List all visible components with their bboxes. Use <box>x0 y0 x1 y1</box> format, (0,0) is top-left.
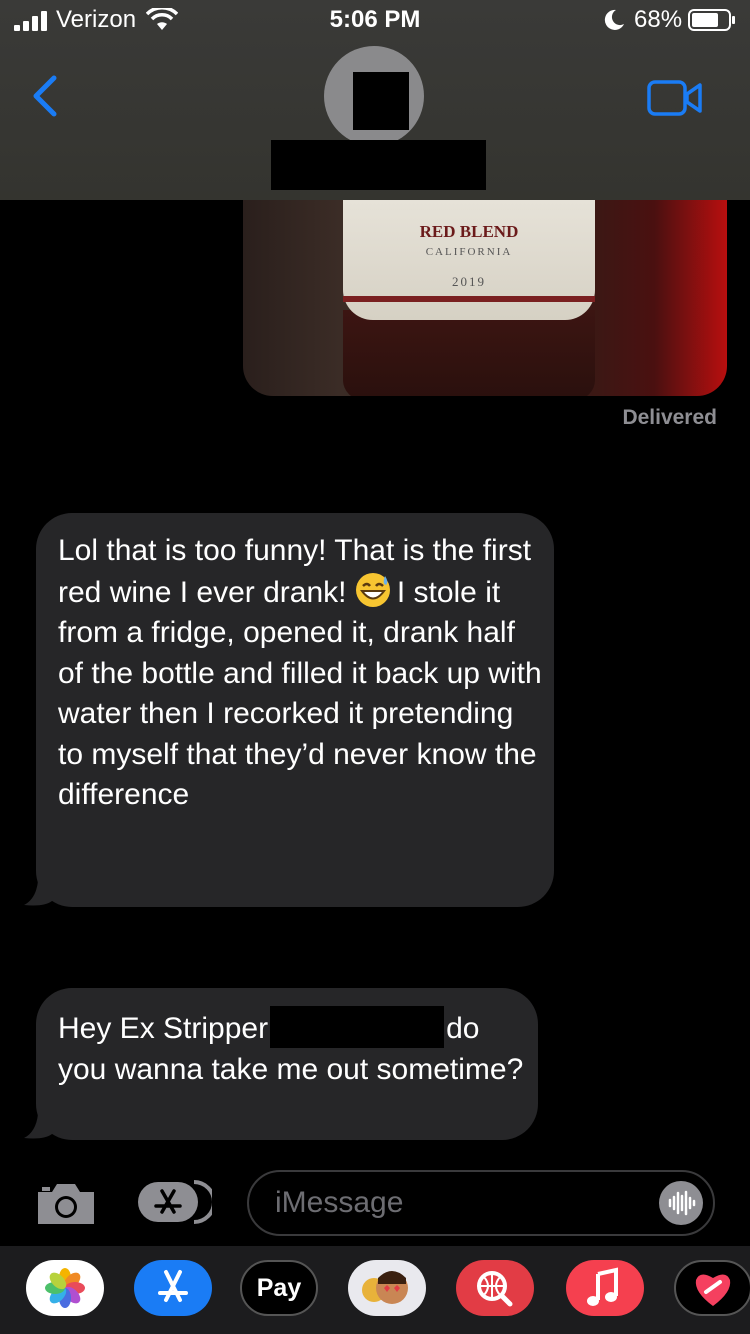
music-button[interactable] <box>566 1260 644 1316</box>
inline-redaction <box>270 1006 445 1048</box>
delivered-status: Delivered <box>622 406 717 429</box>
contact-avatar[interactable] <box>324 46 424 146</box>
apple-pay-button[interactable]: Pay <box>240 1260 318 1316</box>
music-icon <box>587 1267 618 1306</box>
photos-icon <box>45 1268 85 1308</box>
app-store-apps-icon[interactable] <box>136 1178 212 1226</box>
redaction-box <box>353 72 409 130</box>
bubble-tail <box>24 1114 52 1139</box>
received-message-bubble[interactable]: Lol that is too funny! That is the first… <box>24 513 554 907</box>
apple-pay-label: Pay <box>256 1274 302 1302</box>
web-search-button[interactable] <box>456 1260 534 1316</box>
memoji-icon <box>362 1271 408 1304</box>
conversation-header: Verizon 5:06 PM 68% <box>0 0 750 200</box>
wine-label-year: 2019 <box>452 274 486 289</box>
status-bar: Verizon 5:06 PM 68% <box>0 0 750 40</box>
bubble-tail <box>24 881 52 906</box>
do-not-disturb-moon-icon <box>604 9 624 30</box>
sent-photo-wine-bottle[interactable]: RED BLEND CALIFORNIA 2019 <box>243 200 727 396</box>
message-text-part: Hey Ex Stripper <box>58 1012 269 1045</box>
message-text-part: I stole it from a fridge, opened it, dra… <box>58 575 542 812</box>
wine-label: RED BLEND CALIFORNIA 2019 <box>343 200 595 320</box>
grinning-sweat-emoji-icon <box>355 572 390 607</box>
camera-icon[interactable] <box>36 1180 96 1226</box>
bottle-glass <box>343 310 595 396</box>
waveform-icon <box>668 1190 696 1216</box>
message-text: Lol that is too funny! That is the first… <box>58 531 542 816</box>
imessage-app-drawer: Pay <box>0 1246 750 1334</box>
memoji-button[interactable] <box>348 1260 426 1316</box>
wine-label-title: RED BLEND <box>419 222 519 241</box>
battery-icon <box>688 9 735 31</box>
back-chevron-icon[interactable] <box>26 72 66 120</box>
digital-touch-icon <box>695 1274 731 1306</box>
app-store-button[interactable] <box>134 1260 212 1316</box>
app-store-icon <box>158 1270 188 1302</box>
battery-percentage: 68% <box>634 6 683 33</box>
audio-message-button[interactable] <box>659 1181 703 1225</box>
imessage-input[interactable]: iMessage <box>247 1170 715 1236</box>
digital-touch-button[interactable] <box>674 1260 750 1316</box>
web-search-icon <box>477 1271 513 1307</box>
received-message-bubble[interactable]: Hey Ex Stripper do you wanna take me out … <box>24 988 538 1140</box>
imessage-placeholder: iMessage <box>275 1186 404 1219</box>
wine-label-region: CALIFORNIA <box>425 246 513 258</box>
photos-app-button[interactable] <box>26 1260 104 1316</box>
video-call-icon[interactable] <box>646 78 704 118</box>
label-stripe <box>343 296 595 302</box>
message-text: Hey Ex Stripper do you wanna take me out … <box>58 1006 528 1090</box>
contact-name-redaction <box>271 140 486 190</box>
